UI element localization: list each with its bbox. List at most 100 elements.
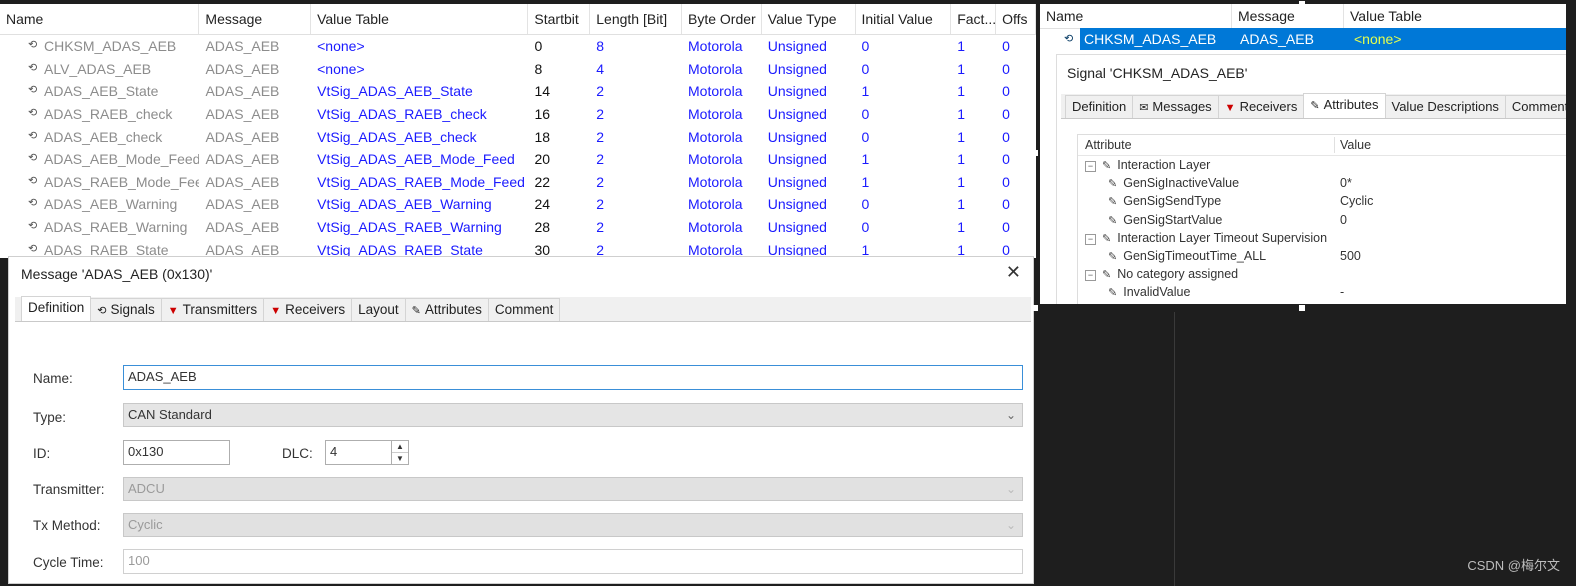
- collapse-icon[interactable]: −: [1085, 270, 1096, 282]
- receiver-icon: ▼: [270, 305, 282, 317]
- resize-handle[interactable]: [1032, 150, 1038, 156]
- resize-handle[interactable]: [1299, 1, 1305, 7]
- cell-initial: 0: [861, 106, 870, 123]
- cell-length: 2: [596, 106, 605, 123]
- table-row[interactable]: ⟲ ADAS_AEB_check ADAS_AEB VtSig_ADAS_AEB_ch…: [0, 125, 1036, 148]
- attr-row[interactable]: ✎ GenSigSendType Cyclic: [1078, 192, 1566, 210]
- attr-group-row[interactable]: − ✎ Interaction Layer: [1078, 156, 1566, 174]
- col-offset[interactable]: Offs: [996, 4, 1036, 34]
- message-tabs: Definition ⟲ Signals ▼ Transmitters ▼ Recei…: [15, 296, 1031, 322]
- table-row[interactable]: ⟲ ADAS_RAEB_check ADAS_AEB VtSig_ADAS_RAEB_…: [0, 103, 1036, 126]
- tab-comment[interactable]: Comment: [1504, 95, 1566, 118]
- tab-definition[interactable]: Definition: [21, 296, 92, 321]
- col-value-table[interactable]: Value Table: [1344, 4, 1566, 28]
- tab-receivers[interactable]: ▼ Receivers: [1217, 95, 1305, 118]
- cell-byte-order: Motorola: [688, 151, 743, 168]
- tab-messages[interactable]: ✉ Messages: [1132, 95, 1219, 118]
- attr-col-value[interactable]: Value: [1340, 135, 1371, 155]
- close-icon[interactable]: ✕: [1006, 262, 1021, 283]
- cell-message: ADAS_AEB: [205, 196, 280, 213]
- attr-col-attribute[interactable]: Attribute: [1085, 135, 1132, 155]
- attr-row[interactable]: ✎ GenSigStartValue 0: [1078, 211, 1566, 229]
- tab-layout[interactable]: Layout: [351, 298, 406, 321]
- cell-length: 2: [596, 151, 605, 168]
- col-name[interactable]: Name: [1040, 4, 1232, 28]
- cell-byte-order: Motorola: [688, 173, 743, 190]
- tab-value-descriptions[interactable]: Value Descriptions: [1384, 95, 1506, 118]
- table-row[interactable]: ⟲ ALV_ADAS_AEB ADAS_AEB <none> 8 4 Motorola Uns…: [0, 58, 1036, 81]
- tab-definition[interactable]: Definition: [1065, 95, 1134, 118]
- col-value-type[interactable]: Value Type: [762, 4, 856, 34]
- table-row[interactable]: ⟲ ADAS_RAEB_Mode_Feed ADAS_AEB VtSig_ADAS_R…: [0, 171, 1036, 194]
- attr-group-row[interactable]: − ✎ No category assigned: [1078, 265, 1566, 283]
- cell-startbit: 28: [534, 219, 551, 236]
- cycle-time-field[interactable]: 100: [123, 549, 1023, 574]
- attr-col-divider: [1334, 137, 1335, 153]
- signal-name: CHKSM_ADAS_AEB: [44, 38, 177, 55]
- table-header: Name Message Value Table Startbit Length [Bi…: [0, 4, 1036, 35]
- col-initial-value[interactable]: Initial Value: [856, 4, 952, 34]
- attr-row[interactable]: ✎ GenSigInactiveValue 0*: [1078, 174, 1566, 192]
- signal-name: ADAS_AEB_Warning: [44, 196, 178, 213]
- tab-signals[interactable]: ⟲ Signals: [90, 298, 162, 321]
- tab-comment[interactable]: Comment: [487, 298, 561, 321]
- col-message[interactable]: Message: [1232, 4, 1344, 28]
- dlc-field[interactable]: 4: [325, 440, 392, 465]
- signal-table: Name Message Value Table Startbit Length [Bi…: [0, 4, 1036, 258]
- tab-receivers[interactable]: ▼ Receivers: [263, 298, 353, 321]
- attr-row[interactable]: ✎ GenSigTimeoutTime_ALL 500: [1078, 247, 1566, 265]
- table-row[interactable]: ⟲ ADAS_AEB_Warning ADAS_AEB VtSig_ADAS_AEB_…: [0, 193, 1036, 216]
- cell-factor: 1: [957, 60, 966, 77]
- tab-label: Messages: [1152, 99, 1212, 114]
- tx-method-value: Cyclic: [128, 517, 163, 532]
- cell-byte-order: Motorola: [688, 128, 743, 145]
- tab-transmitters[interactable]: ▼ Transmitters: [160, 298, 265, 321]
- tab-attributes[interactable]: ✎ Attributes: [1303, 93, 1386, 118]
- col-message[interactable]: Message: [199, 4, 312, 34]
- pencil-icon: ✎: [1108, 214, 1118, 227]
- col-name[interactable]: Name: [0, 4, 200, 34]
- pencil-icon: ✎: [1102, 269, 1112, 282]
- table-row[interactable]: ⟲ CHKSM_ADAS_AEB ADAS_AEB <none> 0 8 Motorola U…: [0, 35, 1036, 58]
- collapse-icon[interactable]: −: [1085, 233, 1096, 245]
- collapse-icon[interactable]: −: [1085, 161, 1096, 172]
- signal-icon: ⟲: [28, 152, 38, 165]
- table-row[interactable]: ⟲ ADAS_AEB_Mode_Feed ADAS_AEB VtSig_ADAS_AE…: [0, 148, 1036, 171]
- cell-value-type: Unsigned: [767, 38, 827, 55]
- table-row[interactable]: ⟲ ADAS_AEB_State ADAS_AEB VtSig_ADAS_AEB_St…: [0, 80, 1036, 103]
- id-label: ID:: [33, 446, 51, 461]
- col-factor[interactable]: Fact...: [951, 4, 997, 34]
- cell-value-table: VtSig_ADAS_AEB_Mode_Feed: [317, 151, 515, 168]
- cell-value-table: VtSig_ADAS_RAEB_check: [317, 106, 487, 123]
- transmitter-select: ADCU ⌄: [123, 477, 1023, 501]
- cell-offset: 0: [1002, 128, 1010, 145]
- cell-factor: 1: [957, 38, 966, 55]
- attr-group-row[interactable]: − ✎ Interaction Layer Timeout Supervision: [1078, 229, 1566, 247]
- col-value-table[interactable]: Value Table: [311, 4, 529, 34]
- type-select[interactable]: CAN Standard ⌄: [123, 403, 1023, 427]
- resize-handle[interactable]: [1299, 305, 1305, 311]
- stepper-up-icon[interactable]: ▲: [392, 441, 408, 453]
- name-field[interactable]: ADAS_AEB: [123, 365, 1023, 390]
- col-startbit[interactable]: Startbit: [528, 4, 591, 34]
- dlc-stepper[interactable]: ▲ ▼: [391, 440, 409, 465]
- stepper-down-icon[interactable]: ▼: [392, 453, 408, 464]
- attr-row[interactable]: ✎ InvalidValue -: [1078, 283, 1566, 301]
- col-byte-order[interactable]: Byte Order: [682, 4, 762, 34]
- cell-name: ⟲ ADAS_RAEB_Warning: [0, 219, 199, 235]
- resize-handle[interactable]: [1032, 305, 1038, 311]
- cell-startbit: 16: [534, 106, 551, 123]
- tx-method-label: Tx Method:: [33, 518, 101, 533]
- table-row[interactable]: ⟲ CHKSM_ADAS_AEB ADAS_AEB <none>: [1064, 28, 1566, 50]
- cell-value-table: <none>: [317, 60, 365, 77]
- cell-name: ⟲ ADAS_AEB_State: [0, 83, 199, 99]
- tab-attributes[interactable]: ✎ Attributes: [404, 298, 489, 321]
- attr-label: Interaction Layer Timeout Supervision: [1117, 230, 1328, 245]
- cell-startbit: 18: [534, 128, 551, 145]
- col-length[interactable]: Length [Bit]: [590, 4, 682, 34]
- cell-factor: 1: [957, 128, 966, 145]
- table-row[interactable]: ⟲ ADAS_RAEB_Warning ADAS_AEB VtSig_ADAS_RAE…: [0, 216, 1036, 239]
- tab-label: Definition: [28, 300, 85, 315]
- id-field[interactable]: 0x130: [123, 440, 230, 465]
- cell-initial: 1: [861, 83, 870, 100]
